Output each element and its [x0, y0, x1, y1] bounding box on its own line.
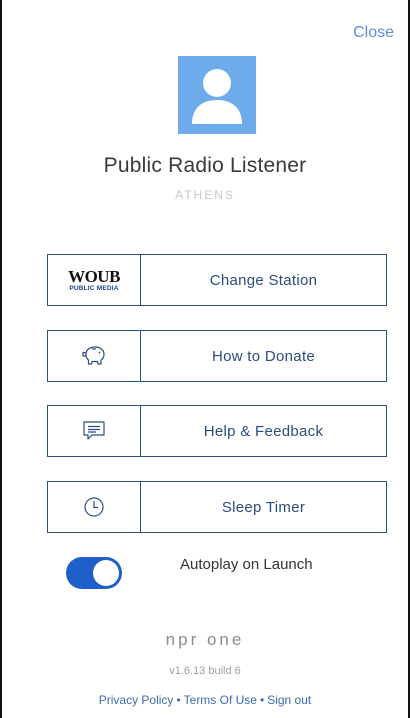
terms-of-use-link[interactable]: Terms Of Use [184, 693, 257, 707]
donate-button[interactable]: How to Donate [47, 330, 387, 382]
sleep-timer-label: Sleep Timer [221, 498, 306, 516]
message-icon [48, 406, 141, 456]
help-feedback-label: Help & Feedback [203, 422, 324, 440]
sleep-timer-button[interactable]: Sleep Timer [47, 481, 387, 533]
station-logo-text: WOUB [68, 266, 120, 286]
footer-separator: • [176, 693, 181, 707]
station-logo: WOUB PUBLIC MEDIA [48, 255, 141, 305]
user-location: ATHENS [175, 188, 235, 202]
autoplay-toggle[interactable] [66, 557, 122, 589]
clock-icon [48, 482, 141, 532]
donate-label: How to Donate [211, 347, 316, 365]
piggy-bank-icon [48, 331, 141, 381]
avatar [178, 56, 256, 134]
station-logo-subtext: PUBLIC MEDIA [69, 284, 119, 292]
footer-links: Privacy Policy • Terms Of Use • Sign out [2, 693, 408, 707]
app-version: v1.6.13 build 6 [169, 665, 241, 677]
user-silhouette-icon [192, 69, 242, 124]
sign-out-link[interactable]: Sign out [267, 693, 311, 707]
change-station-button[interactable]: WOUB PUBLIC MEDIA Change Station [47, 254, 387, 306]
account-panel: Close Public Radio Listener ATHENS WOUB … [0, 0, 410, 718]
help-feedback-button[interactable]: Help & Feedback [47, 405, 387, 457]
privacy-policy-link[interactable]: Privacy Policy [99, 693, 174, 707]
footer-separator: • [259, 693, 265, 707]
close-button[interactable]: Close [353, 24, 394, 42]
toggle-knob [93, 560, 119, 586]
npr-one-logo: npr one [165, 630, 245, 649]
change-station-label: Change Station [209, 271, 318, 289]
autoplay-label: Autoplay on Launch [180, 556, 313, 573]
user-name: Public Radio Listener [103, 154, 307, 177]
